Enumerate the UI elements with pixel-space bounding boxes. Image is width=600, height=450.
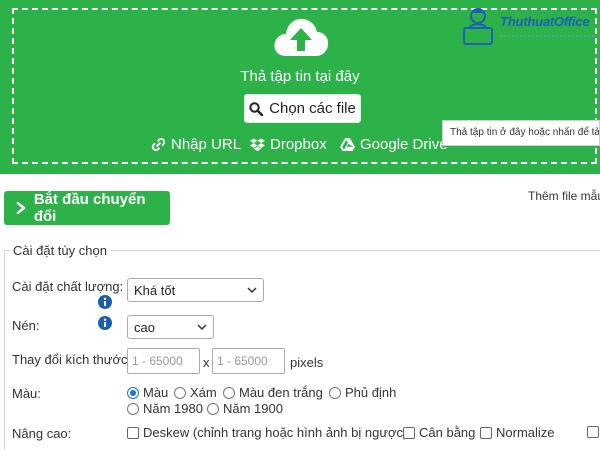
search-icon <box>249 101 264 116</box>
color-option-label: Màu đen trắng <box>239 385 323 400</box>
cloud-upload-icon <box>274 18 329 56</box>
link-icon <box>151 137 166 152</box>
logo-text: ThuthuatOffice <box>500 14 590 29</box>
radio-icon <box>174 386 186 399</box>
radio-icon <box>127 402 139 415</box>
color-option-gray[interactable]: Xám <box>174 385 217 400</box>
advanced-option-label: Cân bằng <box>419 425 476 440</box>
drop-instruction-text: Thả tập tin tại đây <box>240 68 360 85</box>
color-option-bw[interactable]: Màu đen trắng <box>223 385 323 400</box>
color-option-label: Màu <box>143 385 169 400</box>
height-input[interactable]: 1 - 65000 <box>212 348 285 374</box>
start-conversion-button[interactable]: Bắt đầu chuyển đổi <box>4 191 170 225</box>
color-option-label: Phủ định <box>345 385 397 400</box>
size-separator: x <box>203 355 210 370</box>
resize-label: Thay đổi kích thước: <box>12 352 132 367</box>
add-sample-file-link[interactable]: Thêm file mẫu <box>528 189 600 203</box>
radio-icon <box>329 386 341 399</box>
pixels-unit: pixels <box>290 355 324 370</box>
radio-icon <box>223 386 235 399</box>
google-drive-label: Google Drive <box>360 136 448 153</box>
chevron-right-icon <box>16 202 26 214</box>
dropbox-label: Dropbox <box>270 136 327 153</box>
dropbox-icon <box>250 137 265 151</box>
color-label: Màu: <box>12 386 41 401</box>
dropbox-link[interactable]: Dropbox <box>250 136 327 153</box>
advanced-label: Nâng cao: <box>12 426 72 441</box>
advanced-deskew[interactable]: Deskew (chỉnh trang hoặc hình ảnh bị ngư… <box>127 425 407 440</box>
advanced-normalize[interactable]: Normalize <box>480 425 555 440</box>
color-option-label: Năm 1980 <box>143 401 203 416</box>
quality-select[interactable]: Khá tốt <box>127 278 264 302</box>
color-option-label: Năm 1900 <box>223 401 283 416</box>
choose-files-label: Chọn các file <box>269 100 356 117</box>
compress-value: cao <box>134 319 155 335</box>
checkbox-icon <box>587 426 599 438</box>
google-drive-link[interactable]: Google Drive <box>340 136 448 153</box>
checkbox-icon <box>403 426 415 439</box>
google-drive-icon <box>340 138 355 151</box>
drop-tooltip: Thả tập tin ở đây hoặc nhấn để tả <box>442 120 600 146</box>
radio-icon <box>207 402 219 415</box>
radio-selected-icon <box>127 386 139 399</box>
import-url-label: Nhập URL <box>171 136 242 153</box>
chevron-down-icon <box>247 287 257 294</box>
color-option-1980[interactable]: Năm 1980 <box>127 401 203 416</box>
advanced-option-label: Deskew (chỉnh trang hoặc hình ảnh bị ngư… <box>143 425 408 440</box>
quality-value: Khá tốt <box>134 282 176 298</box>
chevron-down-icon <box>197 324 207 331</box>
options-title: Cài đặt tùy chọn <box>10 243 110 258</box>
width-input[interactable]: 1 - 65000 <box>127 348 200 374</box>
color-option-color[interactable]: Màu <box>127 385 168 400</box>
color-option-negate[interactable]: Phủ định <box>329 385 396 400</box>
choose-files-button[interactable]: Chọn các file <box>244 94 361 123</box>
compress-label: Nén: <box>12 318 40 333</box>
advanced-option-label: Normalize <box>496 425 555 440</box>
import-url-link[interactable]: Nhập URL <box>151 136 241 153</box>
color-option-1900[interactable]: Năm 1900 <box>207 401 283 416</box>
advanced-equalize[interactable]: Cân bằng <box>403 425 475 440</box>
advanced-extra-checkbox[interactable] <box>587 425 599 443</box>
color-option-label: Xám <box>190 385 217 400</box>
start-conversion-label: Bắt đầu chuyển đổi <box>33 191 146 225</box>
info-icon[interactable] <box>98 316 112 330</box>
checkbox-icon <box>480 426 492 439</box>
compress-select[interactable]: cao <box>127 315 214 339</box>
quality-label: Cài đặt chất lượng: <box>12 279 124 294</box>
checkbox-icon <box>127 426 139 439</box>
info-icon[interactable] <box>98 295 112 309</box>
